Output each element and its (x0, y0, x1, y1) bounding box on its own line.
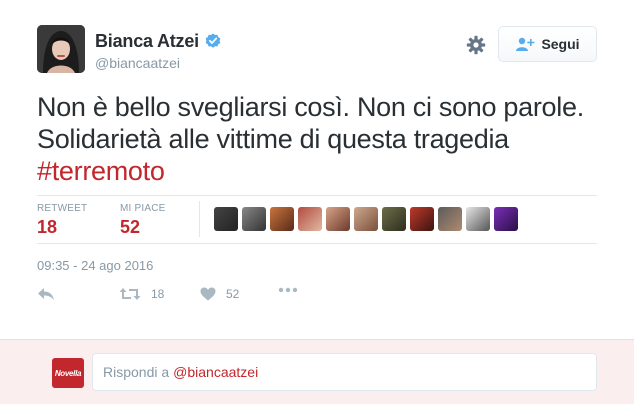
novella-logo: Novella (52, 358, 84, 388)
divider (37, 195, 597, 196)
likes-stat-count: 52 (120, 217, 141, 237)
tweet-text-line: Non è bello svegliarsi così. Non ci sono… (37, 92, 584, 122)
tweet-text-line: Solidarietà alle vittime di questa trage… (37, 124, 509, 154)
retweet-count: 18 (151, 287, 165, 301)
hashtag-link[interactable]: #terremoto (37, 155, 607, 187)
liker-avatar[interactable] (494, 207, 518, 231)
liker-avatar[interactable] (438, 207, 462, 231)
heart-icon (200, 287, 216, 301)
liker-avatar[interactable] (466, 207, 490, 231)
tweet-card: Bianca Atzei @biancaatzei Segui Non è be (0, 0, 634, 339)
liker-avatar[interactable] (354, 207, 378, 231)
liker-avatar[interactable] (298, 207, 322, 231)
liker-avatar[interactable] (326, 207, 350, 231)
avatar[interactable] (37, 25, 85, 73)
divider (37, 243, 597, 244)
more-icon (278, 287, 298, 293)
tweet-text: Non è bello svegliarsi così. Non ci sono… (37, 91, 607, 187)
author-name[interactable]: Bianca Atzei (95, 31, 199, 52)
liker-avatar[interactable] (382, 207, 406, 231)
liker-avatar[interactable] (214, 207, 238, 231)
likes-stat-label: MI PIACE (120, 203, 166, 214)
stats-separator (199, 201, 200, 237)
retweet-icon (119, 288, 141, 300)
retweet-button[interactable]: 18 (119, 287, 164, 301)
follow-button-label: Segui (541, 36, 580, 52)
tweet-timestamp[interactable]: 09:35 - 24 ago 2016 (37, 258, 153, 273)
verified-badge-icon (205, 33, 221, 48)
reply-prompt: Rispondi a (103, 364, 170, 380)
add-user-icon (516, 37, 535, 51)
likers-avatars (214, 207, 518, 231)
liker-avatar[interactable] (242, 207, 266, 231)
retweet-stat-label: RETWEET (37, 203, 88, 214)
like-button[interactable]: 52 (200, 287, 239, 301)
retweet-stat[interactable]: RETWEET 18 (37, 203, 87, 238)
reply-icon (38, 288, 54, 300)
like-count: 52 (226, 287, 240, 301)
reply-button[interactable] (37, 287, 55, 301)
more-button[interactable] (278, 287, 298, 293)
reply-input[interactable]: Rispondi a @biancaatzei (92, 353, 597, 391)
retweet-stat-count: 18 (37, 217, 58, 237)
reply-mention: @biancaatzei (173, 364, 259, 380)
liker-avatar[interactable] (410, 207, 434, 231)
likes-stat[interactable]: MI PIACE 52 (120, 203, 166, 238)
author-handle[interactable]: @biancaatzei (95, 55, 180, 71)
liker-avatar[interactable] (270, 207, 294, 231)
follow-button[interactable]: Segui (498, 26, 597, 62)
gear-icon[interactable] (466, 35, 486, 55)
